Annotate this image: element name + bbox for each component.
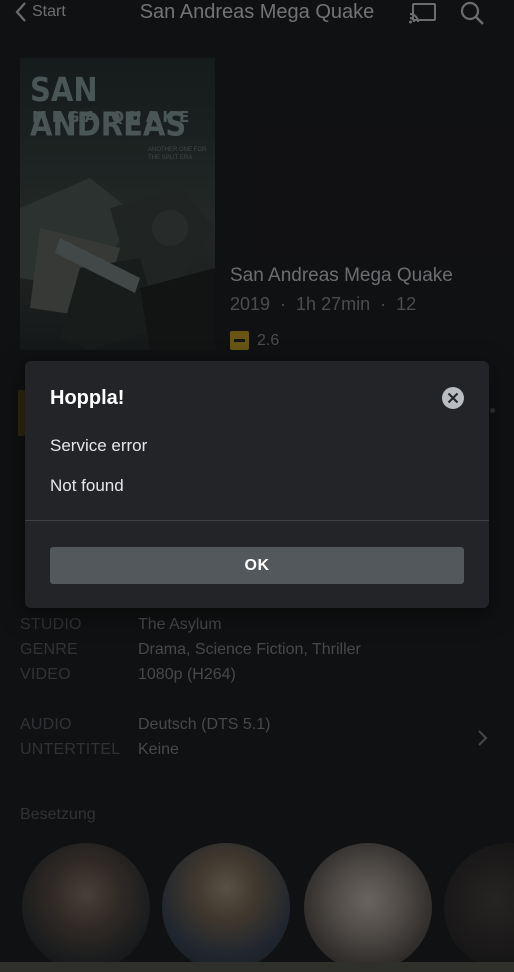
close-icon [447, 392, 459, 404]
error-detail: Not found [50, 476, 124, 495]
ok-button[interactable]: OK [50, 547, 464, 584]
close-button[interactable] [442, 387, 464, 409]
divider [25, 520, 489, 521]
dialog-title: Hoppla! [50, 387, 125, 409]
error-dialog: Hoppla! Service error Not found OK [25, 361, 489, 608]
error-message: Service error [50, 436, 148, 455]
